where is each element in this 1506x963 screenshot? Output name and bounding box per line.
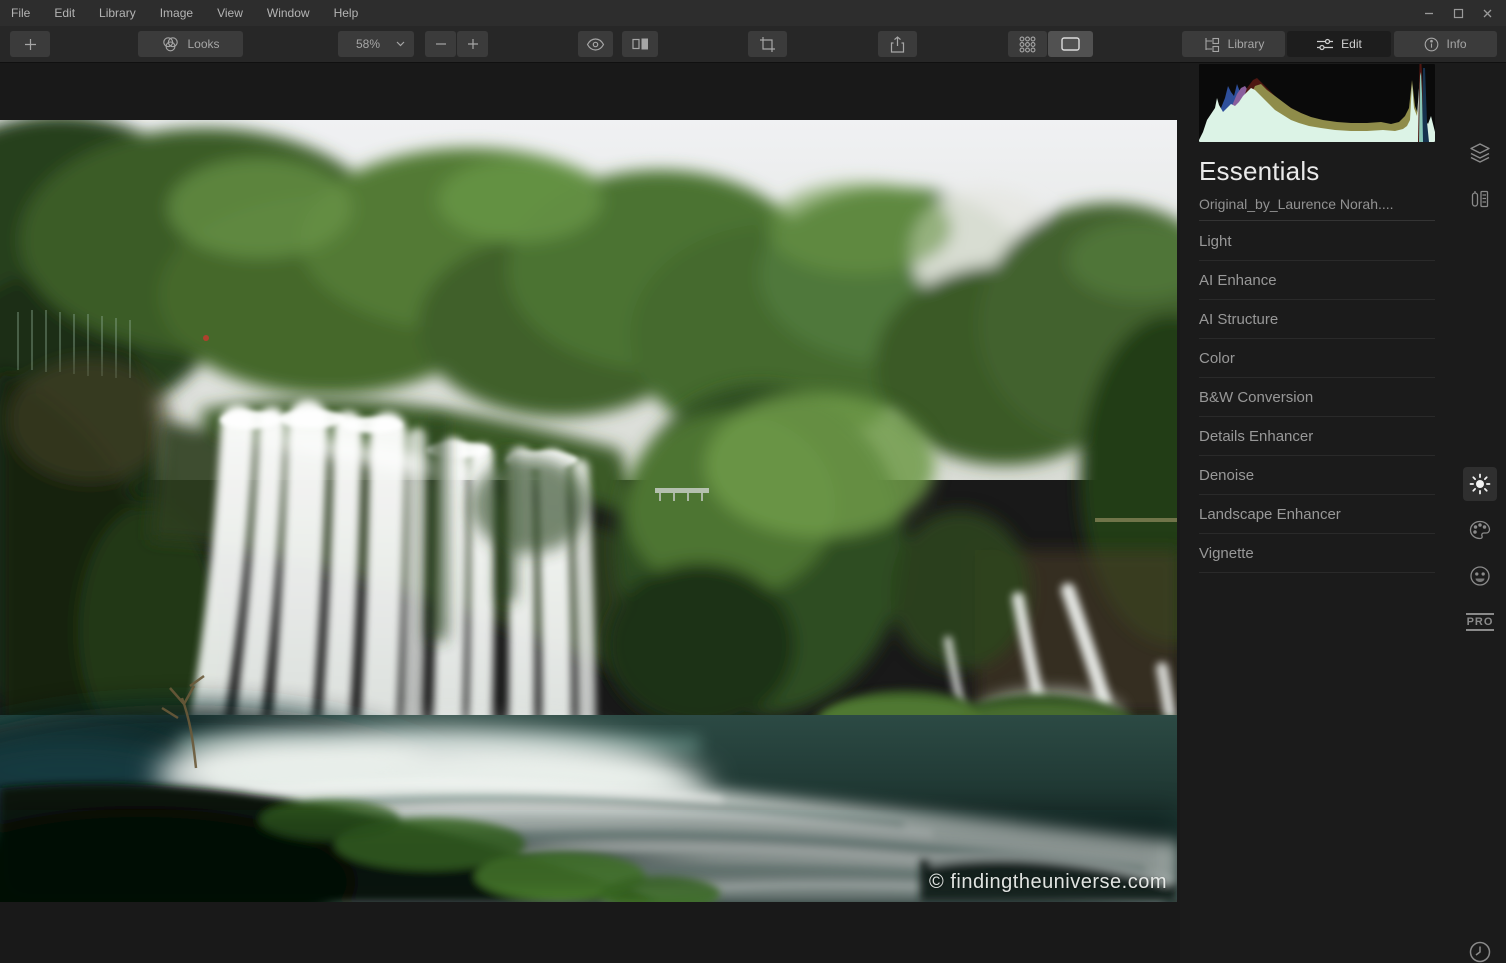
professional-pro-icon[interactable]: PRO xyxy=(1463,605,1497,639)
history-clock-icon[interactable] xyxy=(1463,935,1497,963)
toolbar: Looks 58% Library Edit Info xyxy=(0,26,1506,63)
editing-canvas: © findingtheuniverse.com xyxy=(0,63,1180,963)
looks-circles-icon xyxy=(163,36,179,51)
menu-file[interactable]: File xyxy=(11,6,42,20)
close-icon[interactable] xyxy=(1476,3,1498,23)
photo-waterfall: © findingtheuniverse.com xyxy=(0,120,1177,902)
minus-icon xyxy=(435,43,446,45)
menu-window[interactable]: Window xyxy=(255,6,322,20)
filter-item-vignette[interactable]: Vignette xyxy=(1199,534,1435,573)
layers-icon[interactable] xyxy=(1463,136,1497,170)
edit-side-panel: Essentials Original_by_Laurence Norah...… xyxy=(1180,63,1506,963)
portrait-face-icon[interactable] xyxy=(1463,559,1497,593)
menu-help[interactable]: Help xyxy=(322,6,371,20)
pro-label: PRO xyxy=(1465,613,1495,631)
plus-icon xyxy=(24,38,36,50)
tab-edit[interactable]: Edit xyxy=(1287,31,1391,57)
share-icon xyxy=(890,35,905,53)
tab-info[interactable]: Info xyxy=(1394,31,1497,57)
compare-button[interactable] xyxy=(622,31,658,57)
window-controls xyxy=(1418,3,1506,23)
creative-palette-icon[interactable] xyxy=(1463,513,1497,547)
export-button[interactable] xyxy=(878,31,917,57)
luminar-app-window: File Edit Library Image View Window Help xyxy=(0,0,1506,963)
compare-icon xyxy=(631,38,648,50)
quick-preview-button[interactable] xyxy=(578,31,613,57)
menubar: File Edit Library Image View Window Help xyxy=(0,0,1506,26)
tab-edit-label: Edit xyxy=(1341,37,1362,51)
info-icon xyxy=(1425,37,1439,51)
chevron-down-icon xyxy=(396,41,405,47)
filter-item-details-enhancer[interactable]: Details Enhancer xyxy=(1199,417,1435,456)
single-image-view-button[interactable] xyxy=(1048,31,1093,57)
crop-button[interactable] xyxy=(748,31,787,57)
crop-icon xyxy=(760,36,775,52)
eye-icon xyxy=(586,37,605,51)
menu-image[interactable]: Image xyxy=(148,6,205,20)
looks-button-label: Looks xyxy=(187,37,220,51)
menu-library[interactable]: Library xyxy=(87,6,148,20)
zoom-out-button[interactable] xyxy=(425,31,456,57)
library-tree-icon xyxy=(1205,37,1219,52)
menu-view[interactable]: View xyxy=(205,6,255,20)
filter-item-color[interactable]: Color xyxy=(1199,339,1435,378)
zoom-level-dropdown[interactable]: 58% xyxy=(338,31,414,57)
canvas-tools-icon[interactable] xyxy=(1463,182,1497,216)
zoom-in-button[interactable] xyxy=(457,31,488,57)
filter-list: Light AI Enhance AI Structure Color B&W … xyxy=(1199,222,1435,573)
filter-item-denoise[interactable]: Denoise xyxy=(1199,456,1435,495)
tab-library[interactable]: Library xyxy=(1182,31,1285,57)
divider xyxy=(1199,220,1435,221)
tool-rail: PRO xyxy=(1454,126,1506,963)
edit-sliders-icon xyxy=(1317,38,1334,50)
filter-item-light[interactable]: Light xyxy=(1199,222,1435,261)
histogram xyxy=(1199,64,1435,142)
essentials-sun-icon[interactable] xyxy=(1463,467,1497,501)
filter-item-bw-conversion[interactable]: B&W Conversion xyxy=(1199,378,1435,417)
photo-watermark: © findingtheuniverse.com xyxy=(929,871,1167,893)
plus-icon xyxy=(467,39,478,49)
tab-info-label: Info xyxy=(1446,37,1467,51)
grid-view-icon xyxy=(1019,36,1036,52)
tab-library-label: Library xyxy=(1227,37,1265,51)
looks-button[interactable]: Looks xyxy=(138,31,243,57)
gallery-view-button[interactable] xyxy=(1008,31,1047,57)
minimize-icon[interactable] xyxy=(1418,3,1440,23)
maximize-icon[interactable] xyxy=(1447,3,1469,23)
filter-item-ai-structure[interactable]: AI Structure xyxy=(1199,300,1435,339)
panel-title: Essentials xyxy=(1199,156,1320,186)
image-filename: Original_by_Laurence Norah.... xyxy=(1199,196,1394,212)
filter-item-ai-enhance[interactable]: AI Enhance xyxy=(1199,261,1435,300)
single-view-icon xyxy=(1061,37,1080,51)
menu-edit[interactable]: Edit xyxy=(42,6,87,20)
zoom-level-value: 58% xyxy=(355,37,381,51)
add-image-button[interactable] xyxy=(10,31,50,57)
filter-item-landscape-enhancer[interactable]: Landscape Enhancer xyxy=(1199,495,1435,534)
